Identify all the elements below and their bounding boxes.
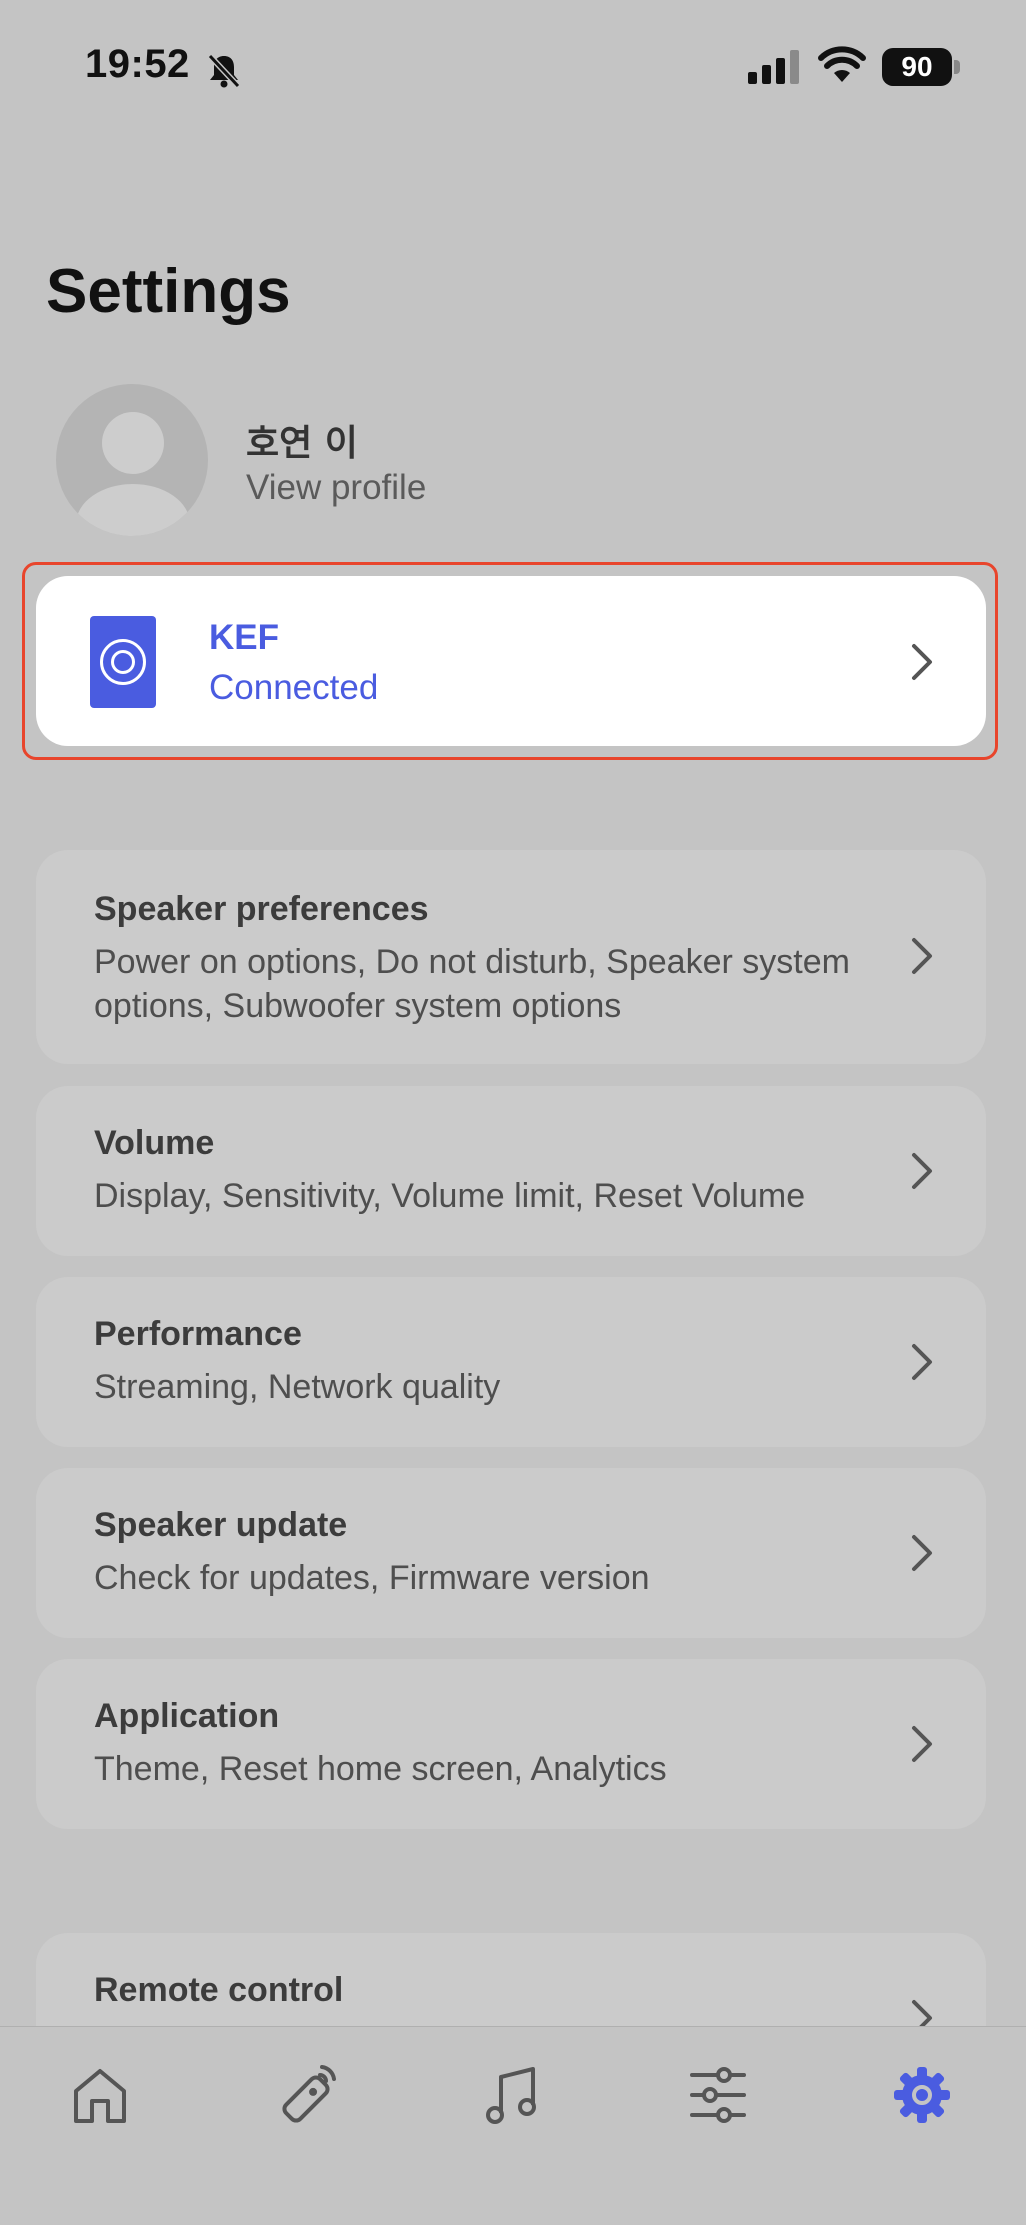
performance-card[interactable]: Performance Streaming, Network quality — [36, 1277, 986, 1447]
avatar[interactable] — [56, 384, 208, 536]
battery-indicator: 90 — [882, 48, 960, 86]
battery-level: 90 — [882, 48, 952, 86]
card-description: Theme, Reset home screen, Analytics — [94, 1750, 667, 1788]
avatar-body — [76, 484, 190, 536]
card-title: Performance — [94, 1315, 302, 1353]
home-icon[interactable] — [64, 2059, 136, 2131]
chevron-right-icon — [912, 1344, 932, 1380]
remote-icon[interactable] — [270, 2059, 342, 2131]
chevron-right-icon — [912, 1535, 932, 1571]
application-card[interactable]: Application Theme, Reset home screen, An… — [36, 1659, 986, 1829]
view-profile-link[interactable]: View profile — [246, 468, 426, 508]
speaker-status: Connected — [209, 668, 379, 707]
status-time: 19:52 — [85, 42, 190, 86]
chevron-right-icon — [912, 1153, 932, 1189]
battery-tip — [954, 60, 960, 74]
chevron-right-icon — [912, 1726, 932, 1762]
volume-card[interactable]: Volume Display, Sensitivity, Volume limi… — [36, 1086, 986, 1256]
speaker-name: KEF — [209, 618, 279, 657]
speaker-update-card[interactable]: Speaker update Check for updates, Firmwa… — [36, 1468, 986, 1638]
card-title: Speaker preferences — [94, 890, 429, 928]
card-description: Display, Sensitivity, Volume limit, Rese… — [94, 1177, 806, 1215]
speaker-icon — [90, 616, 156, 708]
speaker-preferences-card[interactable]: Speaker preferences Power on options, Do… — [36, 850, 986, 1064]
music-icon[interactable] — [477, 2059, 549, 2131]
card-title: Remote control — [94, 1971, 344, 2009]
chevron-right-icon — [912, 938, 932, 974]
gear-icon[interactable] — [886, 2059, 958, 2131]
page-title: Settings — [46, 257, 291, 326]
chevron-right-icon — [912, 644, 932, 680]
card-title: Speaker update — [94, 1506, 348, 1544]
card-description: Streaming, Network quality — [94, 1368, 501, 1406]
profile-name: 호연 이 — [246, 423, 358, 464]
card-description: Power on options, Do not disturb, Speake… — [94, 943, 850, 1025]
connected-speaker-card[interactable]: KEF Connected — [36, 576, 986, 746]
profile-row[interactable]: 호연 이 View profile — [56, 384, 756, 538]
bell-muted-icon — [207, 53, 241, 89]
wifi-icon — [818, 46, 866, 82]
card-title: Volume — [94, 1124, 215, 1162]
card-title: Application — [94, 1697, 280, 1735]
cellular-signal-icon — [748, 50, 799, 84]
equalizer-icon[interactable] — [682, 2059, 754, 2131]
bottom-navigation — [0, 2026, 1026, 2225]
avatar-head — [102, 412, 164, 474]
card-description: Check for updates, Firmware version — [94, 1559, 650, 1597]
status-bar: 19:52 90 — [0, 0, 1026, 130]
